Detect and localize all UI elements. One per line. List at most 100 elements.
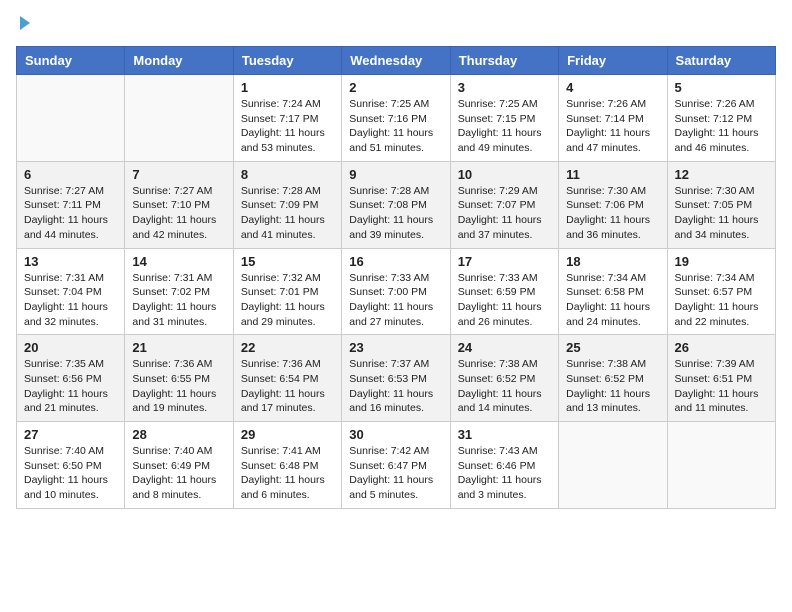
day-info: Sunrise: 7:28 AMSunset: 7:08 PMDaylight:… bbox=[349, 184, 442, 243]
day-info: Sunrise: 7:33 AMSunset: 7:00 PMDaylight:… bbox=[349, 271, 442, 330]
day-info: Sunrise: 7:37 AMSunset: 6:53 PMDaylight:… bbox=[349, 357, 442, 416]
calendar-cell: 6 Sunrise: 7:27 AMSunset: 7:11 PMDaylight… bbox=[17, 161, 125, 248]
page-header bbox=[16, 16, 776, 34]
calendar-cell: 23 Sunrise: 7:37 AMSunset: 6:53 PMDayligh… bbox=[342, 335, 450, 422]
calendar-cell: 3 Sunrise: 7:25 AMSunset: 7:15 PMDaylight… bbox=[450, 75, 558, 162]
day-number: 1 bbox=[241, 80, 334, 95]
day-info: Sunrise: 7:38 AMSunset: 6:52 PMDaylight:… bbox=[566, 357, 659, 416]
day-number: 16 bbox=[349, 254, 442, 269]
day-number: 7 bbox=[132, 167, 225, 182]
day-info: Sunrise: 7:27 AMSunset: 7:11 PMDaylight:… bbox=[24, 184, 117, 243]
day-number: 20 bbox=[24, 340, 117, 355]
calendar-cell: 18 Sunrise: 7:34 AMSunset: 6:58 PMDayligh… bbox=[559, 248, 667, 335]
day-info: Sunrise: 7:43 AMSunset: 6:46 PMDaylight:… bbox=[458, 444, 551, 503]
calendar-cell: 2 Sunrise: 7:25 AMSunset: 7:16 PMDaylight… bbox=[342, 75, 450, 162]
day-header-sunday: Sunday bbox=[17, 47, 125, 75]
day-info: Sunrise: 7:39 AMSunset: 6:51 PMDaylight:… bbox=[675, 357, 768, 416]
day-info: Sunrise: 7:25 AMSunset: 7:15 PMDaylight:… bbox=[458, 97, 551, 156]
day-number: 9 bbox=[349, 167, 442, 182]
day-header-friday: Friday bbox=[559, 47, 667, 75]
day-info: Sunrise: 7:28 AMSunset: 7:09 PMDaylight:… bbox=[241, 184, 334, 243]
day-header-tuesday: Tuesday bbox=[233, 47, 341, 75]
week-row-3: 13 Sunrise: 7:31 AMSunset: 7:04 PMDayligh… bbox=[17, 248, 776, 335]
day-number: 17 bbox=[458, 254, 551, 269]
calendar-cell: 24Sunrise: 7:38 AMSunset: 6:52 PMDayligh… bbox=[450, 335, 558, 422]
calendar-cell: 8 Sunrise: 7:28 AMSunset: 7:09 PMDaylight… bbox=[233, 161, 341, 248]
day-header-saturday: Saturday bbox=[667, 47, 775, 75]
calendar-cell: 11 Sunrise: 7:30 AMSunset: 7:06 PMDayligh… bbox=[559, 161, 667, 248]
header-row: SundayMondayTuesdayWednesdayThursdayFrid… bbox=[17, 47, 776, 75]
calendar-cell: 28Sunrise: 7:40 AMSunset: 6:49 PMDayligh… bbox=[125, 422, 233, 509]
day-number: 4 bbox=[566, 80, 659, 95]
day-info: Sunrise: 7:36 AMSunset: 6:55 PMDaylight:… bbox=[132, 357, 225, 416]
week-row-2: 6 Sunrise: 7:27 AMSunset: 7:11 PMDaylight… bbox=[17, 161, 776, 248]
day-info: Sunrise: 7:41 AMSunset: 6:48 PMDaylight:… bbox=[241, 444, 334, 503]
week-row-4: 20Sunrise: 7:35 AMSunset: 6:56 PMDayligh… bbox=[17, 335, 776, 422]
day-info: Sunrise: 7:34 AMSunset: 6:57 PMDaylight:… bbox=[675, 271, 768, 330]
day-number: 8 bbox=[241, 167, 334, 182]
logo-flag-icon bbox=[20, 16, 30, 30]
day-header-monday: Monday bbox=[125, 47, 233, 75]
day-number: 18 bbox=[566, 254, 659, 269]
calendar-cell: 21Sunrise: 7:36 AMSunset: 6:55 PMDayligh… bbox=[125, 335, 233, 422]
calendar-cell: 15 Sunrise: 7:32 AMSunset: 7:01 PMDayligh… bbox=[233, 248, 341, 335]
calendar-table: SundayMondayTuesdayWednesdayThursdayFrid… bbox=[16, 46, 776, 509]
day-info: Sunrise: 7:33 AMSunset: 6:59 PMDaylight:… bbox=[458, 271, 551, 330]
day-number: 13 bbox=[24, 254, 117, 269]
day-info: Sunrise: 7:31 AMSunset: 7:02 PMDaylight:… bbox=[132, 271, 225, 330]
calendar-cell: 17 Sunrise: 7:33 AMSunset: 6:59 PMDayligh… bbox=[450, 248, 558, 335]
logo bbox=[16, 16, 30, 34]
week-row-1: 1Sunrise: 7:24 AMSunset: 7:17 PMDaylight… bbox=[17, 75, 776, 162]
day-info: Sunrise: 7:34 AMSunset: 6:58 PMDaylight:… bbox=[566, 271, 659, 330]
calendar-cell: 10 Sunrise: 7:29 AMSunset: 7:07 PMDayligh… bbox=[450, 161, 558, 248]
day-info: Sunrise: 7:30 AMSunset: 7:06 PMDaylight:… bbox=[566, 184, 659, 243]
day-info: Sunrise: 7:25 AMSunset: 7:16 PMDaylight:… bbox=[349, 97, 442, 156]
calendar-cell: 19Sunrise: 7:34 AMSunset: 6:57 PMDayligh… bbox=[667, 248, 775, 335]
calendar-cell bbox=[667, 422, 775, 509]
calendar-cell: 12 Sunrise: 7:30 AMSunset: 7:05 PMDayligh… bbox=[667, 161, 775, 248]
day-number: 6 bbox=[24, 167, 117, 182]
day-number: 23 bbox=[349, 340, 442, 355]
day-info: Sunrise: 7:29 AMSunset: 7:07 PMDaylight:… bbox=[458, 184, 551, 243]
day-number: 12 bbox=[675, 167, 768, 182]
day-info: Sunrise: 7:40 AMSunset: 6:50 PMDaylight:… bbox=[24, 444, 117, 503]
calendar-cell: 1Sunrise: 7:24 AMSunset: 7:17 PMDaylight… bbox=[233, 75, 341, 162]
day-number: 5 bbox=[675, 80, 768, 95]
day-number: 30 bbox=[349, 427, 442, 442]
day-number: 29 bbox=[241, 427, 334, 442]
calendar-cell: 5 Sunrise: 7:26 AMSunset: 7:12 PMDaylight… bbox=[667, 75, 775, 162]
day-info: Sunrise: 7:40 AMSunset: 6:49 PMDaylight:… bbox=[132, 444, 225, 503]
day-number: 24 bbox=[458, 340, 551, 355]
calendar-cell: 20Sunrise: 7:35 AMSunset: 6:56 PMDayligh… bbox=[17, 335, 125, 422]
calendar-cell: 4 Sunrise: 7:26 AMSunset: 7:14 PMDaylight… bbox=[559, 75, 667, 162]
day-info: Sunrise: 7:26 AMSunset: 7:12 PMDaylight:… bbox=[675, 97, 768, 156]
day-number: 2 bbox=[349, 80, 442, 95]
calendar-cell: 30Sunrise: 7:42 AMSunset: 6:47 PMDayligh… bbox=[342, 422, 450, 509]
calendar-cell bbox=[125, 75, 233, 162]
calendar-cell: 26Sunrise: 7:39 AMSunset: 6:51 PMDayligh… bbox=[667, 335, 775, 422]
day-number: 11 bbox=[566, 167, 659, 182]
calendar-cell: 31 Sunrise: 7:43 AMSunset: 6:46 PMDayligh… bbox=[450, 422, 558, 509]
calendar-cell: 7 Sunrise: 7:27 AMSunset: 7:10 PMDaylight… bbox=[125, 161, 233, 248]
day-info: Sunrise: 7:27 AMSunset: 7:10 PMDaylight:… bbox=[132, 184, 225, 243]
calendar-cell: 16 Sunrise: 7:33 AMSunset: 7:00 PMDayligh… bbox=[342, 248, 450, 335]
day-number: 31 bbox=[458, 427, 551, 442]
week-row-5: 27 Sunrise: 7:40 AMSunset: 6:50 PMDayligh… bbox=[17, 422, 776, 509]
calendar-cell bbox=[559, 422, 667, 509]
day-info: Sunrise: 7:36 AMSunset: 6:54 PMDaylight:… bbox=[241, 357, 334, 416]
day-info: Sunrise: 7:32 AMSunset: 7:01 PMDaylight:… bbox=[241, 271, 334, 330]
calendar-cell: 14 Sunrise: 7:31 AMSunset: 7:02 PMDayligh… bbox=[125, 248, 233, 335]
calendar-cell: 25Sunrise: 7:38 AMSunset: 6:52 PMDayligh… bbox=[559, 335, 667, 422]
day-info: Sunrise: 7:31 AMSunset: 7:04 PMDaylight:… bbox=[24, 271, 117, 330]
day-number: 14 bbox=[132, 254, 225, 269]
day-number: 15 bbox=[241, 254, 334, 269]
day-number: 10 bbox=[458, 167, 551, 182]
day-number: 27 bbox=[24, 427, 117, 442]
day-info: Sunrise: 7:26 AMSunset: 7:14 PMDaylight:… bbox=[566, 97, 659, 156]
day-number: 22 bbox=[241, 340, 334, 355]
calendar-cell: 27 Sunrise: 7:40 AMSunset: 6:50 PMDayligh… bbox=[17, 422, 125, 509]
day-info: Sunrise: 7:30 AMSunset: 7:05 PMDaylight:… bbox=[675, 184, 768, 243]
calendar-body: 1Sunrise: 7:24 AMSunset: 7:17 PMDaylight… bbox=[17, 75, 776, 509]
calendar-cell: 29 Sunrise: 7:41 AMSunset: 6:48 PMDayligh… bbox=[233, 422, 341, 509]
day-number: 3 bbox=[458, 80, 551, 95]
